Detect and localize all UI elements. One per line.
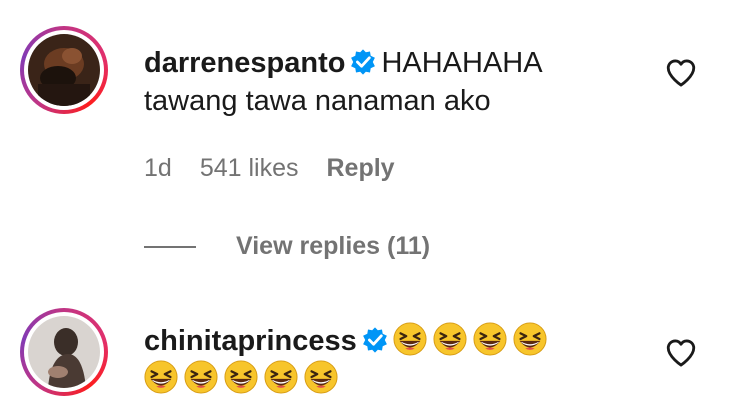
username[interactable]: chinitaprincess <box>144 325 357 357</box>
avatar-story-ring[interactable] <box>20 26 108 114</box>
view-replies[interactable]: View replies (11) <box>144 232 430 261</box>
emoji-line-1 <box>393 322 553 357</box>
avatar <box>28 34 100 106</box>
grinning-squinting-face-emoji <box>393 322 427 356</box>
username[interactable]: darrenespanto <box>144 47 345 79</box>
emoji-line-2 <box>144 360 344 395</box>
grinning-squinting-face-emoji <box>144 360 178 394</box>
grinning-squinting-face-emoji <box>224 360 258 394</box>
grinning-squinting-face-emoji <box>184 360 218 394</box>
like-heart-icon[interactable] <box>664 336 698 370</box>
comment-time: 1d <box>144 154 172 182</box>
grinning-squinting-face-emoji <box>304 360 338 394</box>
verified-badge-icon <box>362 327 387 353</box>
like-count[interactable]: 541 likes <box>200 154 299 182</box>
grinning-squinting-face-emoji <box>473 322 507 356</box>
grinning-squinting-face-emoji <box>433 322 467 356</box>
verified-badge-icon <box>351 49 376 75</box>
replies-divider <box>144 245 196 248</box>
avatar-story-ring[interactable] <box>20 308 108 396</box>
comment-text-line1: HAHAHAHA <box>381 47 543 79</box>
view-replies-button[interactable]: View replies (11) <box>236 232 430 261</box>
comment-text-line2: tawang tawa nanaman ako <box>144 85 491 117</box>
comment-body: darrenespanto HAHAHAHA tawang tawa nanam… <box>144 44 640 120</box>
reply-button[interactable]: Reply <box>326 154 394 182</box>
like-heart-icon[interactable] <box>664 56 698 90</box>
avatar <box>28 316 100 388</box>
grinning-squinting-face-emoji <box>513 322 547 356</box>
comment-body: chinitaprincess <box>144 322 640 398</box>
grinning-squinting-face-emoji <box>264 360 298 394</box>
comment-meta: 1d 541 likes Reply <box>144 154 423 183</box>
